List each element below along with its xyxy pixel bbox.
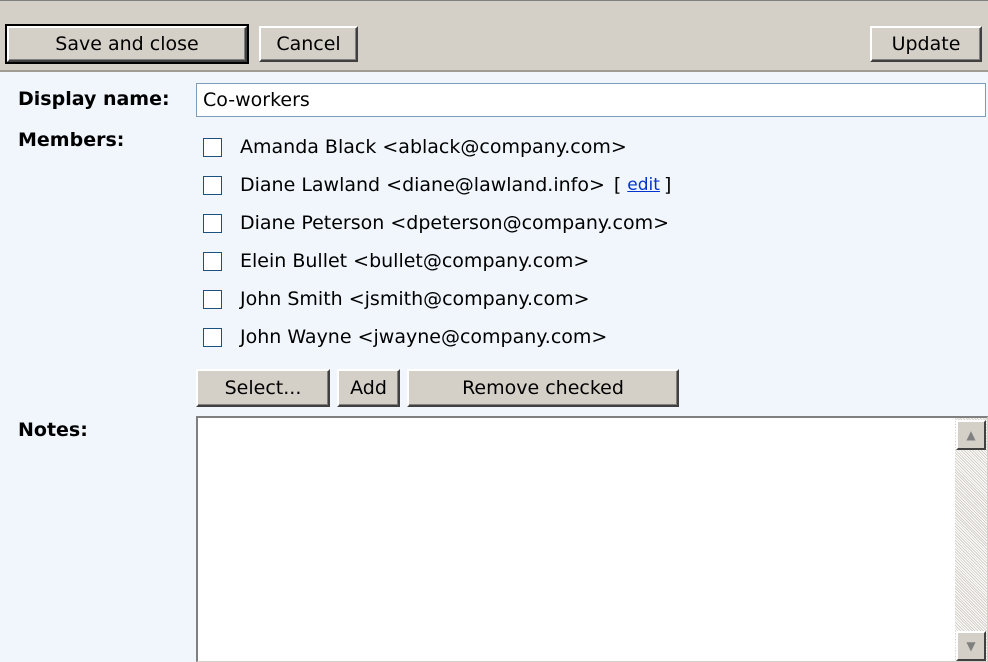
contact-group-editor: Save and close Cancel Update Display nam… xyxy=(0,0,988,662)
member-label: Diane Peterson <dpeterson@company.com> xyxy=(240,212,669,234)
member-label: John Smith <jsmith@company.com> xyxy=(240,288,590,310)
member-label: Amanda Black <ablack@company.com> xyxy=(240,136,627,158)
member-checkbox[interactable] xyxy=(203,327,222,347)
member-row: Diane Peterson <dpeterson@company.com> xyxy=(203,208,903,238)
member-row: Amanda Black <ablack@company.com> xyxy=(203,132,903,162)
display-name-label: Display name: xyxy=(18,88,170,110)
member-label: Diane Lawland <diane@lawland.info> xyxy=(240,174,605,196)
member-checkbox[interactable] xyxy=(203,251,222,271)
notes-scrollbar[interactable]: ▲ ▼ xyxy=(955,418,987,661)
display-name-input[interactable] xyxy=(196,83,986,117)
cancel-button[interactable]: Cancel xyxy=(259,26,358,62)
member-row: Elein Bullet <bullet@company.com> xyxy=(203,246,903,276)
toolbar: Save and close Cancel Update xyxy=(0,0,988,72)
add-member-button[interactable]: Add xyxy=(337,369,400,407)
notes-label: Notes: xyxy=(18,419,88,441)
edit-bracket-close: ] xyxy=(663,174,672,196)
update-button[interactable]: Update xyxy=(870,26,982,62)
save-and-close-button[interactable]: Save and close xyxy=(5,24,249,64)
member-checkbox[interactable] xyxy=(203,289,222,309)
edit-member-link[interactable]: edit xyxy=(627,175,660,195)
members-label: Members: xyxy=(18,129,125,151)
member-checkbox[interactable] xyxy=(203,137,222,157)
scroll-up-arrow-icon[interactable]: ▲ xyxy=(956,420,986,450)
edit-bracket-open: [ xyxy=(613,174,622,196)
member-row: Diane Lawland <diane@lawland.info> [ edi… xyxy=(203,170,903,200)
member-label: Elein Bullet <bullet@company.com> xyxy=(240,250,590,272)
form-panel: Display name: Members: Amanda Black <abl… xyxy=(0,72,988,662)
member-checkbox[interactable] xyxy=(203,175,222,195)
member-row: John Wayne <jwayne@company.com> xyxy=(203,322,903,352)
scroll-down-arrow-icon[interactable]: ▼ xyxy=(956,631,986,661)
member-checkbox[interactable] xyxy=(203,213,222,233)
member-label: John Wayne <jwayne@company.com> xyxy=(240,326,608,348)
member-row: John Smith <jsmith@company.com> xyxy=(203,284,903,314)
notes-textarea[interactable]: ▲ ▼ xyxy=(196,416,988,662)
select-members-button[interactable]: Select... xyxy=(196,369,330,407)
remove-checked-button[interactable]: Remove checked xyxy=(407,369,679,407)
